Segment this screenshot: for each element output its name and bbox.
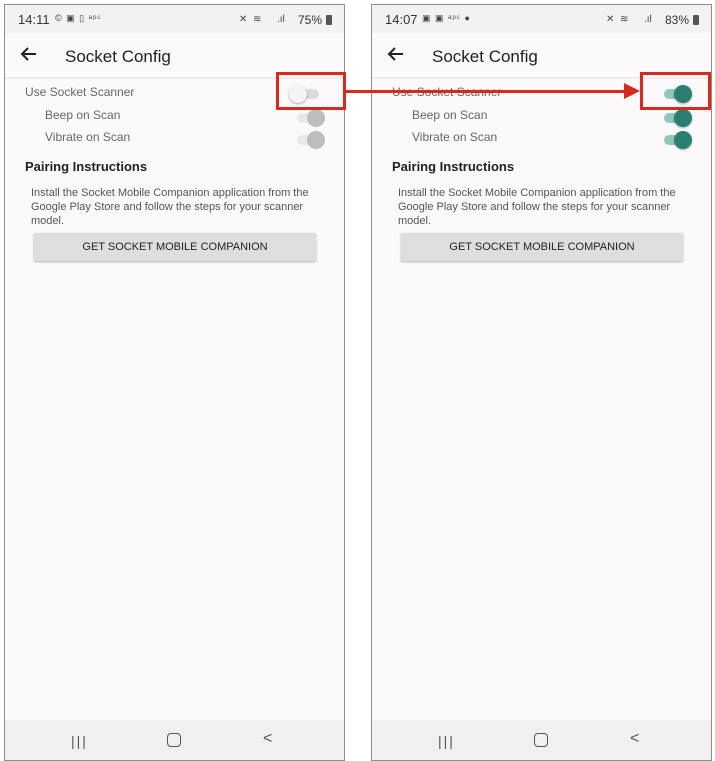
pairing-instructions-text: Install the Socket Mobile Companion appl…	[398, 187, 676, 227]
pairing-instructions-heading: Pairing Instructions	[392, 159, 515, 174]
phone-screen-after: 14:07 ▣ ▣ ᵃᵖᶜ ● ✕ ≋ .ıl 83% Socket Confi…	[371, 4, 712, 761]
get-companion-button[interactable]: GET SOCKET MOBILE COMPANION	[34, 233, 316, 261]
get-companion-button[interactable]: GET SOCKET MOBILE COMPANION	[401, 233, 683, 261]
signal-icon: .ıl	[644, 14, 652, 25]
battery-icon	[693, 15, 699, 25]
beep-on-scan-label: Beep on Scan	[412, 108, 488, 122]
back-arrow-icon[interactable]	[386, 44, 406, 64]
use-socket-scanner-label: Use Socket Scanner	[25, 85, 135, 99]
phone-screen-before: 14:11 © ▣ ▯ ᵃᵖᶜ ✕ ≋ .ıl 75% Socket Confi…	[4, 4, 345, 761]
annotation-arrow-line	[345, 90, 625, 93]
mute-icon: ✕	[239, 14, 248, 25]
back-arrow-icon[interactable]	[19, 44, 39, 64]
status-time: 14:11	[18, 12, 50, 27]
nav-back-icon[interactable]: <	[263, 730, 272, 748]
home-icon[interactable]	[167, 733, 181, 747]
notification-icons: ▣ ▣ ᵃᵖᶜ ●	[422, 13, 471, 23]
beep-on-scan-label: Beep on Scan	[45, 108, 121, 122]
highlight-box-off-switch	[276, 72, 346, 110]
nav-back-icon[interactable]: <	[630, 730, 639, 748]
signal-icon: .ıl	[277, 14, 285, 25]
status-bar: 14:07 ▣ ▣ ᵃᵖᶜ ● ✕ ≋ .ıl 83%	[372, 5, 711, 33]
recent-apps-icon[interactable]: |||	[71, 733, 88, 749]
navigation-bar: ||| <	[372, 720, 711, 760]
vibrate-on-scan-label: Vibrate on Scan	[45, 130, 131, 144]
status-bar: 14:11 © ▣ ▯ ᵃᵖᶜ ✕ ≋ .ıl 75%	[5, 5, 344, 33]
mute-icon: ✕	[606, 14, 615, 25]
battery-percent: 83%	[664, 13, 689, 27]
status-time: 14:07	[385, 12, 418, 27]
navigation-bar: ||| <	[5, 720, 344, 760]
home-icon[interactable]	[534, 733, 548, 747]
notification-icons: © ▣ ▯ ᵃᵖᶜ	[55, 13, 102, 23]
pairing-instructions-heading: Pairing Instructions	[25, 159, 148, 174]
highlight-box-on-switch	[640, 72, 711, 110]
page-title: Socket Config	[432, 47, 538, 66]
annotation-arrow-head-icon	[624, 83, 640, 99]
pairing-instructions-text: Install the Socket Mobile Companion appl…	[31, 187, 309, 227]
vibrate-on-scan-label: Vibrate on Scan	[412, 130, 498, 144]
recent-apps-icon[interactable]: |||	[438, 733, 455, 749]
wifi-icon: ≋	[620, 14, 629, 25]
wifi-icon: ≋	[253, 14, 262, 25]
battery-percent: 75%	[297, 13, 322, 27]
page-title: Socket Config	[65, 47, 171, 66]
battery-icon	[326, 15, 332, 25]
